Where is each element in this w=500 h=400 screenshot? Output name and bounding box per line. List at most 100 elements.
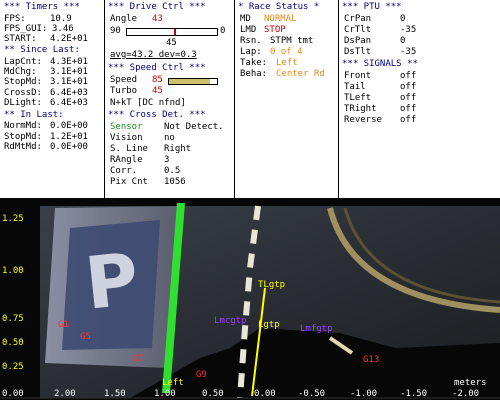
crpan-value: 0 xyxy=(400,14,406,24)
x-tick: 1.00 xyxy=(154,389,176,399)
md-label: MD xyxy=(240,14,251,24)
angle-range-min: 90 xyxy=(110,26,121,36)
marker-g1: G1 xyxy=(58,320,69,330)
marker-tlgtp: TLgtp xyxy=(258,280,286,290)
lap-value: 0 of 4 xyxy=(270,47,303,57)
axis-units: meters xyxy=(454,378,487,388)
dspan-value: 0 xyxy=(400,36,406,46)
marker-lmcgtp: Lmcgtp xyxy=(214,316,247,326)
rsn-value: STPM tmt xyxy=(270,36,314,46)
fps-value: 10.9 xyxy=(50,14,72,24)
fps-gui-label: FPS_GUI: xyxy=(4,24,48,34)
ptu-header: *** PTU *** xyxy=(342,2,402,12)
vision-value: no xyxy=(164,133,175,143)
normmd-value: 0.0E+00 xyxy=(50,121,88,131)
sensor-value: Not Detect. xyxy=(164,122,224,132)
timers-header: *** Timers *** xyxy=(4,2,80,12)
marker-g13: G13 xyxy=(363,355,380,365)
beha-value: Center Rd xyxy=(276,69,325,79)
x-tick: -0.50 xyxy=(298,389,326,399)
marker-g9: G9 xyxy=(196,370,207,380)
rdmtmd-label: RdMtMd: xyxy=(4,142,42,152)
angle-range-max: 0 xyxy=(220,26,226,36)
camera-view: P 1.25 1.00 0.75 0.50 0.25 0.00 2.00 1.5… xyxy=(0,198,500,400)
front-value: off xyxy=(400,71,417,81)
mdchg-label: MdChg: xyxy=(4,67,37,77)
turbo-label: Turbo xyxy=(110,86,138,96)
drive-column: *** Drive Ctrl *** Angle 43 90 0 45 avg=… xyxy=(106,0,232,198)
crtlt-value: -35 xyxy=(400,25,417,35)
speed-label: Speed xyxy=(110,75,138,85)
y-tick: 1.00 xyxy=(2,266,24,276)
dlight-value: 6.4E+03 xyxy=(50,98,88,108)
dstlt-label: DsTlt xyxy=(344,47,372,57)
y-tick: 0.50 xyxy=(2,338,24,348)
speed-header: *** Speed Ctrl *** xyxy=(108,63,206,73)
y-tick: 0.75 xyxy=(2,314,24,324)
dspan-label: DsPan xyxy=(344,36,372,46)
dlight-label: DLight: xyxy=(4,98,42,108)
sline-label: S. Line xyxy=(110,144,148,154)
angle-center: 45 xyxy=(166,38,177,48)
pixcnt-value: 1056 xyxy=(164,177,186,187)
road-streak xyxy=(328,336,354,355)
tleft-value: off xyxy=(400,93,417,103)
take-value: Left xyxy=(276,58,298,68)
sign-letter-glyph: P xyxy=(81,237,142,326)
rdmtmd-value: 0.0E+00 xyxy=(50,142,88,152)
pixcnt-label: Pix Cnt xyxy=(110,177,148,187)
speed-bar xyxy=(168,78,218,85)
angle-value: 43 xyxy=(152,14,163,24)
turbo-value: 45 xyxy=(152,86,163,96)
corr-value: 0.5 xyxy=(164,166,181,176)
marker-g7: G7 xyxy=(133,354,144,364)
crpan-label: CrPan xyxy=(344,14,372,24)
y-tick: 0.00 xyxy=(2,389,24,399)
rangle-label: RAngle xyxy=(110,155,143,165)
status-panel: *** Timers *** FPS: 10.9 FPS_GUI: 3.46 S… xyxy=(0,0,500,198)
sline-value: Right xyxy=(164,144,192,154)
nhkt-status: N+kT [DC nfnd] xyxy=(110,98,186,108)
rangle-value: 3 xyxy=(164,155,170,165)
normmd-label: NormMd: xyxy=(4,121,42,131)
tright-value: off xyxy=(400,104,417,114)
race-header: * Race Status * xyxy=(238,2,320,12)
beha-label: Beha: xyxy=(240,69,268,79)
lmd-label: LMD xyxy=(240,25,257,35)
x-tick: -1.00 xyxy=(350,389,378,399)
drive-header: *** Drive Ctrl *** xyxy=(108,2,206,12)
race-column: * Race Status * MD NORMAL LMD STOP Rsn. … xyxy=(236,0,336,198)
reverse-label: Reverse xyxy=(344,115,382,125)
lap-label: Lap: xyxy=(240,47,262,57)
stopmd-label: StopMd: xyxy=(4,77,42,87)
speed-bar-fill xyxy=(169,79,210,84)
fps-gui-value: 3.46 xyxy=(52,24,74,34)
stopmd-inlast-value: 1.2E+01 xyxy=(50,132,88,142)
angle-slider-thumb xyxy=(173,29,176,35)
y-tick: 0.25 xyxy=(2,362,24,372)
md-value: NORMAL xyxy=(264,14,297,24)
lmd-value: STOP xyxy=(264,25,286,35)
angle-label: Angle xyxy=(110,14,138,24)
dstlt-value: -35 xyxy=(400,47,417,57)
rsn-label: Rsn. xyxy=(240,36,262,46)
marker-lmfgtp: Lmfgtp xyxy=(300,324,333,334)
lapcnt-value: 4.3E+01 xyxy=(50,57,88,67)
divider xyxy=(338,0,339,198)
since-last-header: ** Since Last: xyxy=(4,45,80,55)
ptu-column: *** PTU *** CrPan 0 CrTlt -35 DsPan 0 Ds… xyxy=(340,0,500,198)
tright-label: TRight xyxy=(344,104,377,114)
stopmd-value: 3.1E+01 xyxy=(50,77,88,87)
stopmd-inlast-label: StopMd: xyxy=(4,132,42,142)
speed-value: 85 xyxy=(152,75,163,85)
vision-label: Vision xyxy=(110,133,143,143)
divider xyxy=(234,0,235,198)
lapcnt-label: LapCnt: xyxy=(4,57,42,67)
fps-label: FPS: xyxy=(4,14,26,24)
marker-g5: G5 xyxy=(80,332,91,342)
divider xyxy=(104,0,105,198)
x-tick: 1.50 xyxy=(104,389,126,399)
x-tick: -2.00 xyxy=(452,389,480,399)
mdchg-value: 3.1E+01 xyxy=(50,67,88,77)
crossdet-header: *** Cross Det. *** xyxy=(108,110,206,120)
